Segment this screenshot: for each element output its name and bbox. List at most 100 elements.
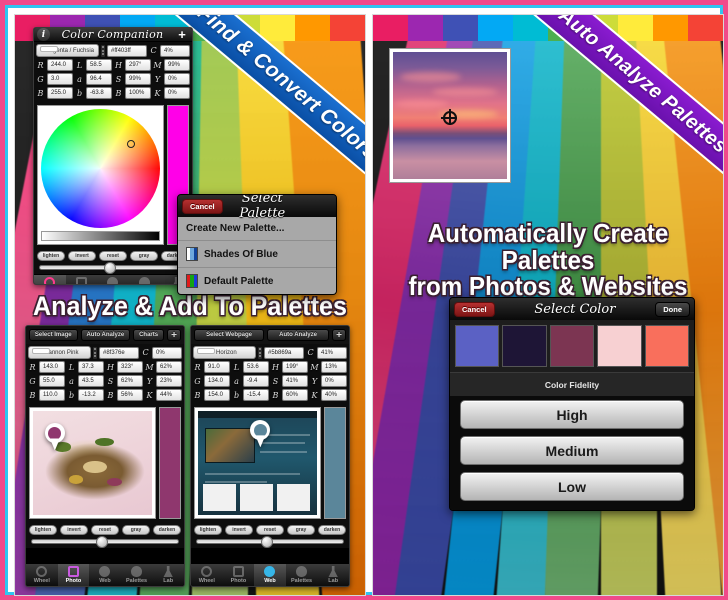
c-value[interactable]: 0% [152,346,182,359]
field-value[interactable]: 3.0 [47,73,73,85]
slider-knob[interactable] [95,536,108,548]
field-value[interactable]: 40% [321,389,347,401]
reset-button[interactable]: reset [256,525,284,535]
field-value[interactable]: 62% [156,361,182,373]
drag-grip[interactable] [258,346,262,359]
color-name-field[interactable]: - Cannon Pink [28,346,91,359]
field-value[interactable]: -13.2 [78,389,104,401]
fidelity-medium-button[interactable]: Medium [460,436,684,465]
darken-button[interactable]: darken [318,525,346,535]
field-value[interactable]: 99% [125,73,151,85]
food-photo[interactable] [33,411,152,515]
field-value[interactable]: 44% [156,389,182,401]
reset-button[interactable]: reset [99,251,127,261]
field-value[interactable]: 199° [282,361,308,373]
field-value[interactable]: 13% [321,361,347,373]
color-wheel[interactable] [41,109,160,228]
field-value[interactable]: 41% [282,375,308,387]
photo-frame[interactable] [29,407,156,519]
tab-wheel[interactable]: Wheel [34,275,66,284]
tab-palettes[interactable]: Palettes [121,564,153,586]
tab-photo[interactable]: Photo [223,564,255,586]
field-value[interactable]: 134.0 [204,375,230,387]
slider-knob[interactable] [260,536,273,548]
field-value[interactable]: 62% [117,375,143,387]
field-value[interactable]: 100% [125,87,151,99]
darken-button[interactable]: darken [153,525,181,535]
tab-wheel[interactable]: Wheel [26,564,58,586]
field-value[interactable]: 297° [125,59,151,71]
color-swatch[interactable] [502,325,547,367]
color-name-field[interactable]: - Horizon [193,346,256,359]
reset-button[interactable]: reset [91,525,119,535]
field-value[interactable]: 99% [164,59,190,71]
tab-photo[interactable]: Photo [57,564,90,586]
amount-slider[interactable] [34,262,192,274]
plus-icon[interactable]: + [175,28,189,41]
info-icon[interactable]: i [37,28,50,41]
field-value[interactable]: 56% [117,389,143,401]
gray-button[interactable]: gray [122,525,150,535]
color-name-field[interactable]: - Magenta / Fuchsia [36,44,99,57]
add-icon[interactable]: + [167,329,182,341]
list-item[interactable]: Default Palette [178,268,336,294]
field-value[interactable]: 91.0 [204,361,230,373]
cancel-button[interactable]: Cancel [182,198,223,214]
lighten-button[interactable]: lighten [194,525,222,535]
field-value[interactable]: 23% [156,375,182,387]
color-swatch[interactable] [549,325,595,367]
fidelity-high-button[interactable]: High [460,400,684,429]
field-value[interactable]: 37.3 [78,361,104,373]
select-image-button[interactable]: Select Image [29,329,78,341]
sunset-photo[interactable] [393,52,507,179]
charts-button[interactable]: Charts [133,329,165,341]
sunset-photo-frame[interactable] [389,48,511,183]
field-value[interactable]: 110.0 [39,389,65,401]
field-value[interactable]: 323° [117,361,143,373]
auto-analyze-button[interactable]: Auto Analyze [80,329,131,341]
field-value[interactable]: 154.0 [204,389,230,401]
field-value[interactable]: 53.6 [243,361,269,373]
color-wheel-box[interactable] [37,105,164,245]
tab-web[interactable]: Web [89,564,121,586]
hex-field[interactable]: #8f376e [99,346,139,359]
webpage-screenshot[interactable] [198,411,317,515]
lighten-button[interactable]: lighten [29,525,57,535]
field-value[interactable]: 43.5 [78,375,104,387]
tab-web[interactable]: Web [254,564,286,586]
gray-button[interactable]: gray [130,251,158,261]
gray-button[interactable]: gray [287,525,315,535]
cancel-button[interactable]: Cancel [454,301,495,317]
field-value[interactable]: 143.0 [39,361,65,373]
field-value[interactable]: 96.4 [86,73,112,85]
field-value[interactable]: -63.8 [86,87,112,99]
field-value[interactable]: 244.0 [47,59,73,71]
hex-field[interactable]: #ff403ff [107,44,147,57]
add-icon[interactable]: + [332,329,346,341]
drag-grip[interactable] [93,346,97,359]
tab-wheel[interactable]: Wheel [191,564,223,586]
field-value[interactable]: 0% [164,73,190,85]
amount-slider[interactable] [191,536,349,548]
field-value[interactable]: 55.0 [39,375,65,387]
field-value[interactable]: 60% [282,389,308,401]
done-button[interactable]: Done [655,301,690,317]
tab-palettes[interactable]: Palettes [286,564,318,586]
color-pin-marker[interactable] [44,423,65,451]
invert-button[interactable]: invert [225,525,253,535]
c-value[interactable]: 41% [317,346,347,359]
color-swatch[interactable] [455,325,500,367]
select-webpage-button[interactable]: Select Webpage [194,329,265,341]
brightness-gradient-bar[interactable] [41,231,160,241]
lighten-button[interactable]: lighten [37,251,65,261]
invert-button[interactable]: invert [60,525,88,535]
field-value[interactable]: 255.0 [47,87,73,99]
drag-grip[interactable] [101,44,105,57]
auto-analyze-button[interactable]: Auto Analyze [267,329,329,341]
hex-field[interactable]: #5b869a [264,346,304,359]
tab-photo[interactable]: Photo [66,275,98,284]
invert-button[interactable]: invert [68,251,96,261]
field-value[interactable]: -15.4 [243,389,269,401]
color-swatch[interactable] [597,325,642,367]
c-value[interactable]: 4% [160,44,190,57]
